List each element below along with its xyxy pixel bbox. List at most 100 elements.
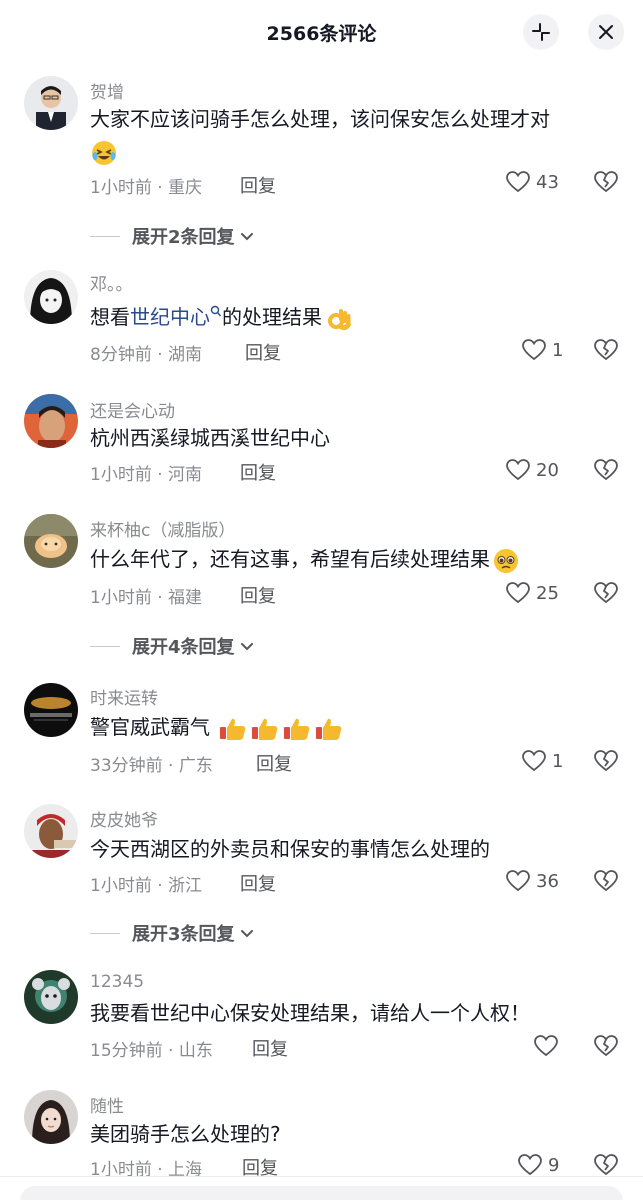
- ok-hand-emoji: [328, 308, 352, 330]
- like-button[interactable]: 25: [506, 582, 559, 604]
- heart-icon: [518, 1154, 542, 1176]
- comment-meta: 1小时前 · 福建: [90, 588, 203, 608]
- avatar[interactable]: [24, 394, 78, 448]
- heart-icon: [534, 1035, 558, 1057]
- heart-icon: [522, 339, 546, 361]
- comment-meta: 15分钟前 · 山东: [90, 1041, 213, 1061]
- like-button[interactable]: 36: [506, 870, 559, 892]
- comment-username[interactable]: 邓。。: [90, 270, 133, 295]
- close-icon: [599, 25, 613, 39]
- like-button[interactable]: 1: [522, 339, 563, 361]
- topic-link[interactable]: 世纪中心: [130, 305, 210, 329]
- like-count: 36: [536, 870, 559, 892]
- comment-text-line: 什么年代了，还有这事，希望有后续处理结果: [90, 547, 490, 571]
- reply-button[interactable]: 回复: [245, 339, 281, 365]
- expand-replies-button[interactable]: 展开2条回复: [90, 223, 255, 249]
- comment-username[interactable]: 时来运转: [90, 684, 158, 709]
- expand-replies-label: 展开4条回复: [132, 637, 235, 658]
- like-count: 1: [552, 339, 564, 361]
- comment-username[interactable]: 还是会心动: [90, 397, 175, 422]
- broken-heart-icon: [594, 459, 618, 480]
- pleading-emoji: [494, 548, 518, 573]
- avatar[interactable]: [24, 804, 78, 858]
- dislike-button[interactable]: [594, 582, 618, 608]
- comment-meta: 33分钟前 · 广东: [90, 756, 213, 776]
- avatar[interactable]: [24, 514, 78, 568]
- divider: [90, 932, 120, 934]
- broken-heart-icon: [594, 582, 618, 603]
- expand-replies-button[interactable]: 展开4条回复: [90, 633, 255, 659]
- comment-text: 什么年代了，还有这事，希望有后续处理结果: [90, 543, 620, 575]
- comment-meta: 8分钟前 · 湖南: [90, 345, 203, 365]
- comment-text: 杭州西溪绿城西溪世纪中心: [90, 426, 330, 450]
- like-count: 9: [548, 1154, 560, 1176]
- like-button[interactable]: 20: [506, 459, 559, 481]
- comment-text: 我要看世纪中心保安处理结果，请给人一个人权！: [90, 1001, 530, 1025]
- broken-heart-icon: [594, 1154, 618, 1175]
- broken-heart-icon: [594, 750, 618, 771]
- comment-text-before: 想看: [90, 305, 130, 329]
- chevron-down-icon: [240, 233, 253, 241]
- chevron-down-icon: [240, 930, 253, 938]
- reply-button[interactable]: 回复: [240, 459, 276, 485]
- avatar[interactable]: [24, 683, 78, 737]
- dislike-button[interactable]: [594, 459, 618, 485]
- reply-button[interactable]: 回复: [240, 172, 276, 198]
- comment-text: 美团骑手怎么处理的?: [90, 1122, 281, 1146]
- close-button[interactable]: [588, 14, 624, 50]
- divider: [90, 235, 120, 237]
- comments-header: 2566条评论: [0, 0, 643, 64]
- comment-username[interactable]: 随性: [90, 1092, 124, 1117]
- reply-button[interactable]: 回复: [256, 750, 292, 776]
- like-button[interactable]: 9: [518, 1154, 559, 1176]
- like-count: 43: [536, 171, 559, 193]
- divider: [0, 1176, 643, 1177]
- collapse-button[interactable]: [523, 14, 559, 50]
- reply-button[interactable]: 回复: [240, 582, 276, 608]
- comment-text-line: 警官威武霸气: [90, 715, 210, 739]
- like-count: 1: [552, 750, 564, 772]
- expand-replies-label: 展开3条回复: [132, 924, 235, 945]
- like-count: 20: [536, 459, 559, 481]
- comment-text: 今天西湖区的外卖员和保安的事情怎么处理的: [90, 837, 490, 861]
- dislike-button[interactable]: [594, 750, 618, 776]
- like-button[interactable]: [534, 1035, 564, 1057]
- expand-replies-button[interactable]: 展开3条回复: [90, 920, 255, 946]
- crying-laughing-emoji: [90, 135, 620, 167]
- comment-text-line: 大家不应该问骑手怎么处理，该问保安怎么处理才对: [90, 107, 550, 131]
- comment-username[interactable]: 12345: [90, 972, 144, 992]
- dislike-button[interactable]: [594, 1035, 618, 1061]
- reply-button[interactable]: 回复: [240, 870, 276, 896]
- comment-text: 大家不应该问骑手怎么处理，该问保安怎么处理才对: [90, 103, 620, 167]
- comment-username[interactable]: 贺增: [90, 78, 124, 103]
- broken-heart-icon: [594, 339, 618, 360]
- search-icon: [210, 305, 222, 317]
- comment-input[interactable]: [20, 1186, 623, 1200]
- like-count: 25: [536, 582, 559, 604]
- reply-button[interactable]: 回复: [252, 1035, 288, 1061]
- chevron-down-icon: [240, 643, 253, 651]
- heart-icon: [506, 870, 530, 892]
- broken-heart-icon: [594, 870, 618, 891]
- comment-meta: 1小时前 · 河南: [90, 465, 203, 485]
- avatar[interactable]: [24, 1090, 78, 1144]
- comment-text: 想看世纪中心 的处理结果: [90, 301, 620, 333]
- dislike-button[interactable]: [594, 339, 618, 365]
- heart-icon: [506, 582, 530, 604]
- avatar[interactable]: [24, 76, 78, 130]
- heart-icon: [506, 459, 530, 481]
- comment-username[interactable]: 来杯柚c（减脂版）: [90, 516, 235, 541]
- comment-username[interactable]: 皮皮她爷: [90, 806, 158, 831]
- comment-text: 警官威武霸气: [90, 711, 620, 743]
- like-button[interactable]: 1: [522, 750, 563, 772]
- dislike-button[interactable]: [594, 870, 618, 896]
- broken-heart-icon: [594, 1035, 618, 1056]
- comment-text-after: 的处理结果: [222, 305, 322, 329]
- dislike-button[interactable]: [594, 171, 618, 197]
- avatar[interactable]: [24, 970, 78, 1024]
- divider: [90, 645, 120, 647]
- comment-meta: 1小时前 · 浙江: [90, 876, 203, 896]
- avatar[interactable]: [24, 270, 78, 324]
- comment-meta: 1小时前 · 重庆: [90, 178, 203, 198]
- like-button[interactable]: 43: [506, 171, 559, 193]
